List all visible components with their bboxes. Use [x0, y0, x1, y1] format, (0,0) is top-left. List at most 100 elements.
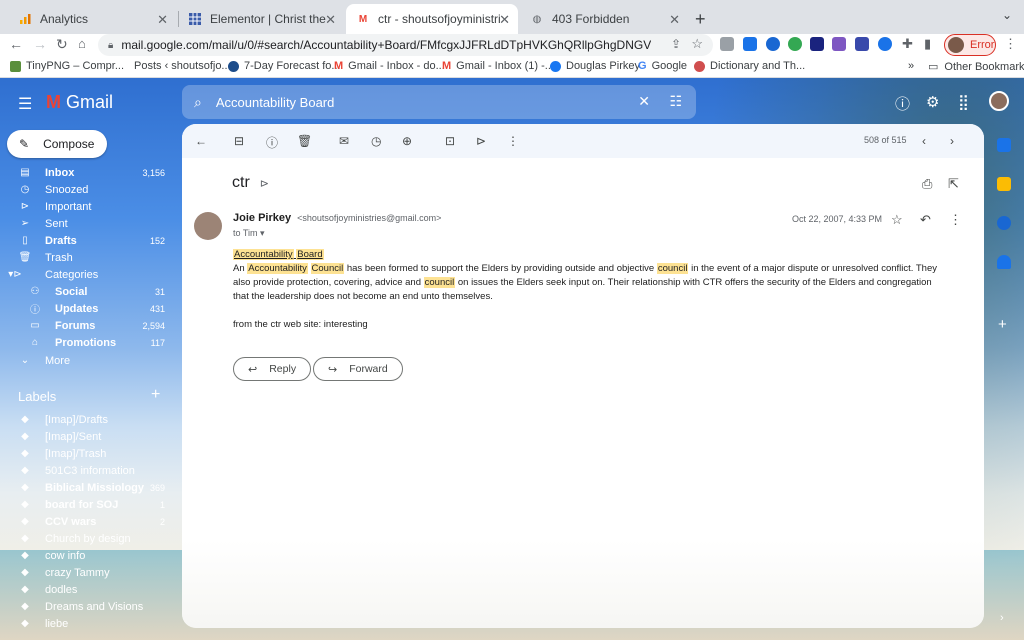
close-icon[interactable]: ✕ — [499, 12, 510, 28]
settings-gear-icon[interactable]: ⚙ — [926, 93, 939, 111]
extension-icon[interactable] — [720, 37, 734, 51]
label-item[interactable]: ◆ [Imap]/Sent — [0, 428, 175, 445]
tab-elementor[interactable]: Elementor | Christ the Rock Ch ✕ — [178, 4, 344, 34]
label-icon[interactable]: ⊳ — [476, 134, 486, 148]
kebab-menu-icon[interactable]: ⋮ — [1004, 36, 1017, 52]
keep-icon[interactable] — [997, 177, 1011, 191]
label-item[interactable]: ◆ crazy Tammy — [0, 564, 175, 581]
add-label-icon[interactable]: + — [151, 386, 160, 404]
side-panel-icon[interactable]: ▮ — [924, 36, 931, 52]
reload-icon[interactable]: ↻ — [56, 36, 68, 53]
bookmark-item[interactable]: Dictionary and Th... — [694, 60, 805, 72]
more-actions-icon[interactable]: ⋮ — [507, 134, 519, 148]
back-arrow-icon[interactable]: ← — [195, 134, 207, 148]
mark-unread-icon[interactable]: ✉︎ — [339, 134, 349, 148]
apps-grid-icon[interactable]: ⣿ — [958, 93, 969, 111]
puzzle-icon[interactable]: ✚ — [902, 36, 913, 52]
move-to-icon[interactable]: ⊡ — [445, 134, 455, 148]
tab-gmail[interactable]: M ctr - shoutsofjoyministries@gm ✕ — [346, 4, 518, 34]
label-item[interactable]: ◆ cow info — [0, 547, 175, 564]
delete-icon[interactable]: 🗑︎ — [297, 134, 312, 148]
compose-button[interactable]: ✎ Compose — [7, 130, 107, 158]
new-tab-button[interactable]: + — [695, 9, 706, 30]
open-new-window-icon[interactable]: ⇱ — [948, 176, 959, 192]
recipients-toggle[interactable]: to Tim ▾ — [233, 228, 265, 239]
more-bookmarks-button[interactable]: » — [908, 60, 914, 72]
account-avatar[interactable] — [989, 91, 1009, 111]
label-item[interactable]: ◆ 501C3 information — [0, 462, 175, 479]
download-extension-icon[interactable] — [743, 37, 757, 51]
more-options-icon[interactable]: ⋮ — [949, 212, 962, 228]
calendar-icon[interactable] — [997, 138, 1011, 152]
archive-icon[interactable]: ⊟ — [234, 134, 244, 148]
extension-icon[interactable] — [878, 37, 892, 51]
bookmark-item[interactable]: G Google — [638, 60, 687, 72]
tab-search-icon[interactable]: ⌄ — [1002, 8, 1012, 22]
main-menu-icon[interactable]: ☰ — [18, 94, 32, 114]
reply-button[interactable]: ↩ Reply — [233, 357, 312, 381]
label-item[interactable]: ◆ board for SOJ 1 — [0, 496, 175, 513]
address-bar[interactable]: 🔒︎ mail.google.com/mail/u/0/#search/Acco… — [98, 34, 713, 56]
label-item[interactable]: ◆ CCV wars 2 — [0, 513, 175, 530]
profile-error-button[interactable]: Error — [944, 34, 996, 56]
sidebar-item-important[interactable]: ⊳ Important — [0, 198, 175, 215]
bookmark-item[interactable]: Posts ‹ shoutsofjo... — [134, 60, 231, 72]
reply-icon[interactable]: ↶ — [920, 212, 931, 228]
label-item[interactable]: ◆ [Imap]/Drafts — [0, 411, 175, 428]
search-options-icon[interactable]: ☷ — [669, 93, 682, 110]
chevron-right-icon[interactable]: › — [1000, 612, 1004, 624]
search-icon[interactable]: ⌕ — [194, 94, 202, 111]
label-item[interactable]: ◆ [Imap]/Trash — [0, 445, 175, 462]
sidebar-item-categories[interactable]: ▾⊳ Categories — [0, 266, 175, 283]
add-task-icon[interactable]: ⊕ — [402, 134, 412, 148]
label-item[interactable]: ◆ Biblical Missiology 369 — [0, 479, 175, 496]
label-item[interactable]: ◆ liebe — [0, 615, 175, 632]
extension-icon[interactable] — [855, 37, 869, 51]
other-bookmarks-folder[interactable]: ▭ Other Bookmarks — [928, 60, 1024, 74]
sidebar-item-trash[interactable]: 🗑︎ Trash — [0, 249, 175, 266]
sidebar-item-sent[interactable]: ➢ Sent — [0, 215, 175, 232]
close-icon[interactable]: ✕ — [669, 12, 680, 28]
sidebar-item-snoozed[interactable]: ◷ Snoozed — [0, 181, 175, 198]
forward-button[interactable]: ↪ Forward — [313, 357, 403, 381]
print-icon[interactable]: ⎙ — [922, 176, 932, 192]
extension-icon[interactable] — [810, 37, 824, 51]
snooze-icon[interactable]: ◷ — [371, 134, 381, 148]
label-item[interactable]: ◆ Church by design — [0, 530, 175, 547]
report-spam-icon[interactable]: ⓘ — [266, 134, 278, 151]
bookmark-item[interactable]: M Gmail - Inbox - do... — [334, 60, 445, 72]
add-addon-icon[interactable]: + — [998, 316, 1007, 333]
older-icon[interactable]: › — [950, 134, 954, 148]
importance-marker-icon[interactable]: ⊳ — [260, 177, 269, 190]
newer-icon[interactable]: ‹ — [922, 134, 926, 148]
bookmark-item[interactable]: M Gmail - Inbox (1) -... — [442, 60, 554, 72]
bookmark-star-icon[interactable]: ☆ — [691, 36, 703, 52]
search-bar[interactable]: ⌕ Accountability Board ✕ ☷ — [182, 85, 696, 119]
sidebar-item-forums[interactable]: ▭ Forums 2,594 — [0, 317, 175, 334]
home-icon[interactable]: ⌂ — [78, 36, 86, 51]
forward-icon[interactable]: → — [33, 36, 47, 52]
search-input[interactable]: Accountability Board — [216, 95, 335, 110]
tab-403[interactable]: ◍ 403 Forbidden ✕ — [520, 4, 688, 34]
grammarly-icon[interactable] — [788, 37, 802, 51]
share-icon[interactable]: ⇪ — [671, 37, 681, 51]
label-item[interactable]: ◆ Dreams and Visions — [0, 598, 175, 615]
star-icon[interactable]: ☆ — [891, 212, 903, 228]
extension-icon[interactable] — [832, 37, 846, 51]
help-icon[interactable]: ⓘ — [895, 93, 910, 114]
back-icon[interactable]: ← — [9, 36, 23, 52]
sidebar-item-more[interactable]: ⌄ More — [0, 352, 175, 369]
close-icon[interactable]: ✕ — [157, 12, 168, 28]
gmail-logo[interactable]: M Gmail — [46, 92, 113, 113]
tab-analytics[interactable]: Analytics ✕ — [8, 4, 176, 34]
clear-search-icon[interactable]: ✕ — [638, 93, 650, 110]
bookmark-item[interactable]: 7-Day Forecast fo... — [228, 60, 341, 72]
contacts-icon[interactable] — [997, 255, 1011, 269]
sidebar-item-social[interactable]: ⚇ Social 31 — [0, 283, 175, 300]
label-item[interactable]: ◆ dodles — [0, 581, 175, 598]
close-icon[interactable]: ✕ — [325, 12, 336, 28]
sidebar-item-inbox[interactable]: ▤ Inbox 3,156 — [0, 164, 175, 181]
bookmark-item[interactable]: TinyPNG – Compr... — [10, 60, 124, 72]
sidebar-item-drafts[interactable]: ▯ Drafts 152 — [0, 232, 175, 249]
sidebar-item-promotions[interactable]: ⌂ Promotions 117 — [0, 334, 175, 351]
